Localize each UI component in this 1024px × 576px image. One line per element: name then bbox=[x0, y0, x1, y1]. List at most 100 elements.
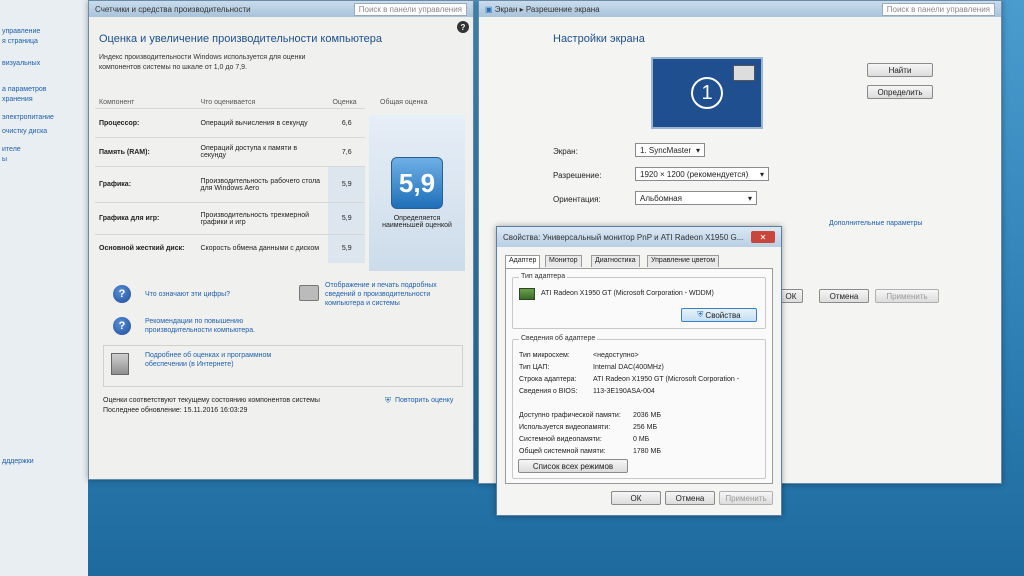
row-component: Графика для игр: bbox=[95, 202, 197, 235]
adapter-card-icon bbox=[519, 288, 535, 300]
overall-score-badge: 5,9 bbox=[391, 157, 443, 209]
advanced-settings-link[interactable]: Дополнительные параметры bbox=[829, 220, 922, 227]
sidebar-item[interactable]: электропитание bbox=[2, 114, 54, 121]
sidebar-item[interactable]: хранения bbox=[2, 96, 33, 103]
col-overall: Общая оценка bbox=[380, 99, 428, 106]
identify-button[interactable]: Определить bbox=[867, 85, 933, 99]
row-what: Операций вычисления в секунду bbox=[196, 108, 329, 138]
breadcrumb-display[interactable]: Экран bbox=[495, 5, 518, 14]
row-what: Производительность рабочего стола для Wi… bbox=[196, 166, 329, 203]
info-value: Internal DAC(400MHz) bbox=[593, 364, 664, 371]
memory-key: Доступно графической памяти: bbox=[519, 412, 621, 419]
row-what: Производительность трехмерной графики и … bbox=[196, 202, 329, 235]
tab-color-management[interactable]: Управление цветом bbox=[647, 255, 720, 267]
tab-monitor[interactable]: Монитор bbox=[545, 255, 582, 267]
orientation-select[interactable]: Альбомная ▾ bbox=[635, 191, 757, 205]
help-icon[interactable]: ? bbox=[457, 21, 469, 33]
memory-value: 0 МБ bbox=[633, 436, 650, 443]
display-select[interactable]: 1. SyncMaster ▾ bbox=[635, 143, 705, 157]
info-key: Тип микросхем: bbox=[519, 352, 570, 359]
question-icon: ? bbox=[113, 285, 131, 303]
performance-window: Счетчики и средства производительности П… bbox=[88, 0, 474, 480]
dialog-ok-button[interactable]: ОК bbox=[611, 491, 661, 505]
dialog-title: Свойства: Универсальный монитор PnP и AT… bbox=[503, 232, 743, 242]
dialog-apply-button[interactable]: Применить bbox=[719, 491, 773, 505]
info-key: Тип ЦАП: bbox=[519, 364, 550, 371]
col-score: Оценка bbox=[332, 99, 357, 106]
shield-icon: ⛨ bbox=[385, 396, 391, 405]
tab-strip: Адаптер Монитор Диагностика Управление ц… bbox=[505, 255, 775, 269]
monitor-thumbnail bbox=[733, 65, 755, 81]
adapter-name: ATI Radeon X1950 GT (Microsoft Corporati… bbox=[541, 290, 714, 297]
breadcrumb-resolution[interactable]: Разрешение экрана bbox=[526, 5, 600, 14]
score-table: Компонент Что оценивается Оценка Процесс… bbox=[95, 97, 365, 263]
breadcrumb[interactable]: Счетчики и средства производительности bbox=[95, 5, 251, 14]
print-details-link[interactable]: Отображение и печать подробных сведений … bbox=[325, 281, 465, 308]
resolution-label: Разрешение: bbox=[553, 171, 602, 180]
monitor-preview[interactable]: 1 bbox=[651, 57, 763, 129]
overall-caption: Определяется наименьшей оценкой bbox=[382, 215, 452, 229]
recommendations-link[interactable]: Рекомендации по повышению производительн… bbox=[145, 317, 285, 335]
row-component: Графика: bbox=[95, 166, 197, 203]
resolution-select[interactable]: 1920 × 1200 (рекомендуется) ▾ bbox=[635, 167, 769, 181]
sidebar-item[interactable]: я страница bbox=[2, 38, 38, 45]
search-input[interactable]: Поиск в панели управления bbox=[353, 2, 467, 16]
row-what: Операций доступа к памяти в секунду bbox=[196, 137, 329, 167]
rerun-link[interactable]: Повторить оценку bbox=[395, 397, 453, 404]
row-score: 5,9 bbox=[328, 202, 365, 235]
question-icon: ? bbox=[113, 317, 131, 335]
cancel-button[interactable]: Отмена bbox=[819, 289, 869, 303]
chevron-down-icon: ▾ bbox=[747, 193, 752, 203]
dialog-cancel-button[interactable]: Отмена bbox=[665, 491, 715, 505]
memory-value: 2036 МБ bbox=[633, 412, 661, 419]
sidebar-item[interactable]: ителе bbox=[2, 146, 21, 153]
ok-button[interactable]: ОК bbox=[779, 289, 803, 303]
printer-icon bbox=[299, 285, 319, 301]
sidebar-item[interactable]: управление bbox=[2, 28, 40, 35]
adapter-info-legend: Сведения об адаптере bbox=[519, 335, 598, 342]
sidebar-item[interactable]: ы bbox=[2, 156, 7, 163]
monitor-icon: ▣ bbox=[485, 4, 493, 14]
memory-key: Используется видеопамяти: bbox=[519, 424, 611, 431]
memory-key: Системной видеопамяти: bbox=[519, 436, 602, 443]
screen-address-bar: ▣ Экран ▸ Разрешение экрана Поиск в пане… bbox=[479, 1, 1001, 17]
info-value: 113-3E190ASA-004 bbox=[593, 388, 655, 395]
info-key: Сведения о BIOS: bbox=[519, 388, 578, 395]
close-icon[interactable]: ✕ bbox=[751, 231, 775, 243]
search-input[interactable]: Поиск в панели управления bbox=[881, 2, 995, 16]
sidebar-item[interactable]: а параметров bbox=[2, 86, 47, 93]
what-numbers-link[interactable]: Что означают эти цифры? bbox=[145, 291, 230, 298]
display-label: Экран: bbox=[553, 147, 578, 156]
list-all-modes-button[interactable]: Список всех режимов bbox=[518, 459, 628, 473]
tab-adapter[interactable]: Адаптер bbox=[505, 255, 541, 268]
row-score: 6,6 bbox=[328, 108, 365, 138]
sidebar-item[interactable]: очистку диска bbox=[2, 128, 47, 135]
sidebar-item[interactable]: дддержки bbox=[2, 458, 34, 465]
overall-panel: 5,9 Определяется наименьшей оценкой bbox=[369, 115, 465, 271]
memory-value: 1780 МБ bbox=[633, 448, 661, 455]
info-value: <недоступно> bbox=[593, 352, 639, 359]
shield-icon: ⛨ bbox=[697, 310, 704, 319]
sidebar-item[interactable]: визуальных bbox=[2, 60, 40, 67]
info-value: ATI Radeon X1950 GT (Microsoft Corporati… bbox=[593, 376, 740, 383]
info-key: Строка адаптера: bbox=[519, 376, 577, 383]
more-info-link[interactable]: Подробнее об оценках и программном обесп… bbox=[145, 351, 275, 369]
chevron-down-icon: ▾ bbox=[759, 169, 764, 179]
adapter-type-group: Тип адаптера ATI Radeon X1950 GT (Micros… bbox=[512, 273, 766, 329]
orientation-select-value: Альбомная bbox=[640, 193, 682, 203]
properties-button-label: Свойства bbox=[705, 310, 741, 320]
chevron-down-icon: ▾ bbox=[695, 145, 700, 155]
score-table-wrap: Компонент Что оценивается Оценка Процесс… bbox=[95, 97, 465, 271]
memory-key: Общей системной памяти: bbox=[519, 448, 606, 455]
monitor-number: 1 bbox=[691, 77, 723, 109]
find-button[interactable]: Найти bbox=[867, 63, 933, 77]
row-component: Память (RAM): bbox=[95, 137, 197, 167]
col-what: Что оценивается bbox=[200, 99, 256, 106]
properties-button[interactable]: ⛨ Свойства bbox=[681, 308, 757, 322]
adapter-info-group: Сведения об адаптере Тип микросхем: <нед… bbox=[512, 335, 766, 479]
apply-button[interactable]: Применить bbox=[875, 289, 939, 303]
intro-text: Индекс производительности Windows исполь… bbox=[99, 54, 306, 71]
adapter-properties-dialog: Свойства: Универсальный монитор PnP и AT… bbox=[496, 226, 782, 516]
tab-diagnostics[interactable]: Диагностика bbox=[591, 255, 640, 267]
page-title: Оценка и увеличение производительности к… bbox=[99, 33, 382, 45]
